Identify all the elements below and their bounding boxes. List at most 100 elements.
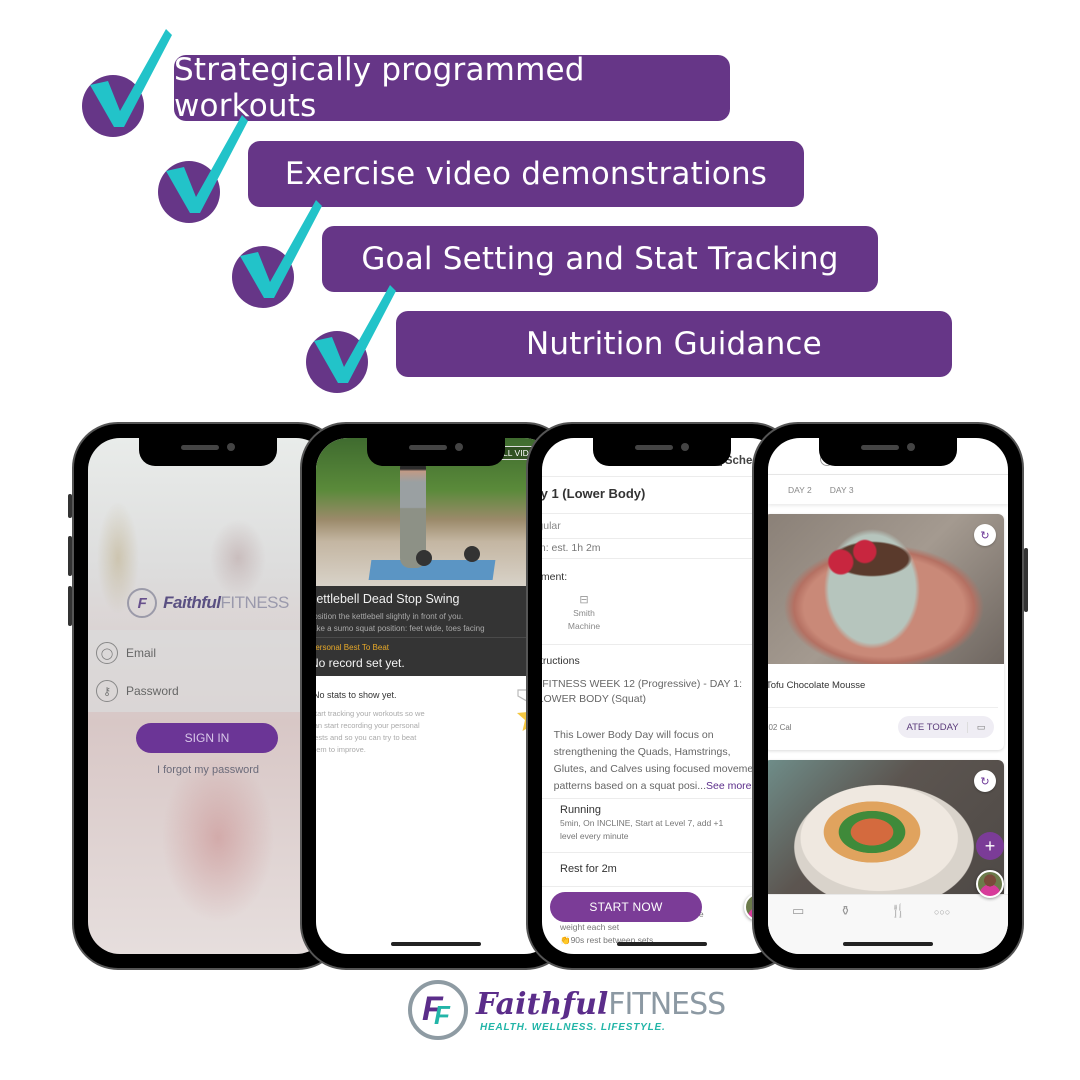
feature-label: Exercise video demonstrations: [248, 141, 804, 207]
meal-photo: [768, 514, 1004, 664]
workout-duration: Duration: est. 1h 2m: [542, 542, 601, 554]
home-indicator: [617, 942, 707, 946]
equipment-line: Machine: [567, 621, 601, 631]
tab-day-3[interactable]: DAY 3: [830, 485, 854, 495]
instructions-line: Glutes, and Calves using focused movemen…: [553, 763, 762, 775]
kettlebell-icon[interactable]: ⚱: [840, 903, 851, 919]
app-logo: F FaithfulFITNESS: [88, 588, 328, 618]
add-button[interactable]: +: [976, 832, 1004, 860]
stats-title: No stats to show yet.: [316, 690, 397, 700]
meal-name: Tofu Chocolate Mousse: [768, 680, 866, 691]
instructions-title-2: LOWER BODY (Squat): [542, 693, 646, 705]
notch: [139, 436, 277, 466]
brand-mark-icon: FF: [408, 980, 468, 1040]
sign-in-button[interactable]: SIGN IN: [136, 723, 278, 753]
personal-best-label: Personal Best To Beat: [316, 643, 390, 652]
ate-today-button[interactable]: ATE TODAY ▭: [898, 716, 994, 738]
instructions-line: strengthening the Quads, Hamstrings,: [553, 746, 731, 758]
step-title: Rest for 2m: [560, 863, 617, 875]
see-more-link[interactable]: See more: [706, 780, 752, 792]
forgot-password-link[interactable]: I forgot my password: [88, 764, 328, 776]
phone-nutrition: F FaithfulFITNESS DAY 2 DAY 3 ↻ Tofu Cho…: [752, 422, 1028, 970]
instructions-text: patterns based on a squat posi...: [553, 780, 706, 792]
instructions-body: This Lower Body Day will focus on streng…: [554, 727, 762, 795]
stats-line: Start tracking your workouts so we: [316, 709, 425, 718]
divider: [542, 513, 782, 514]
meal-card[interactable]: ↻ Tofu Chocolate Mousse 202 Cal ATE TODA…: [768, 514, 1004, 750]
more-icon[interactable]: ○○○: [934, 907, 950, 917]
divider: [542, 798, 782, 799]
instructions-title-line: LOWER BODY (Squat): [542, 693, 646, 705]
tab-day-2[interactable]: DAY 2: [788, 485, 812, 495]
step-item[interactable]: Rest for 2m: [560, 863, 617, 875]
exercise-screen: FULL VIDEO Kettlebell Dead Stop Swing Po…: [316, 438, 556, 954]
divider: [542, 644, 782, 645]
divider: [542, 476, 782, 477]
ate-today-label: ATE TODAY: [898, 721, 968, 733]
feature-label: Goal Setting and Stat Tracking: [322, 226, 878, 292]
logo-mark-icon: F: [127, 588, 158, 618]
nutrition-screen: F FaithfulFITNESS DAY 2 DAY 3 ↻ Tofu Cho…: [768, 438, 1008, 954]
home-indicator: [391, 942, 481, 946]
brand-name: FaithfulFITNESS: [476, 986, 726, 1022]
divider: [316, 637, 552, 638]
password-field[interactable]: ⚷ Password: [96, 676, 179, 706]
instructions-heading: Instructions: [542, 655, 580, 667]
brand-script: Faithful: [476, 986, 609, 1022]
check-icon: [314, 285, 396, 383]
swap-meal-icon[interactable]: ↻: [974, 524, 996, 546]
step-detail: level every minute: [560, 831, 629, 841]
user-icon: ◯: [96, 642, 118, 664]
home-indicator: [843, 942, 933, 946]
side-button: [68, 536, 72, 576]
coach-avatar[interactable]: [976, 870, 1004, 898]
instructions-line: This Lower Body Day will focus on: [553, 729, 714, 741]
divider: [542, 538, 782, 539]
stats-line: bests and so you can try to beat: [316, 733, 417, 742]
instructions-title: FAITHFUL FITNESS WEEK 12 (Progressive) -…: [542, 675, 742, 693]
kettlebell: [416, 550, 432, 566]
step-detail: weight each set: [560, 922, 620, 932]
side-button: [68, 586, 72, 626]
password-placeholder: Password: [126, 684, 179, 698]
notch: [367, 436, 505, 466]
feature-label: Strategically programmed workouts: [174, 52, 730, 124]
email-field[interactable]: ◯ Email: [96, 638, 156, 668]
equipment-line: Smith: [573, 608, 595, 618]
swap-meal-icon[interactable]: ↻: [974, 770, 996, 792]
instructions-title-line: FAITHFUL FITNESS WEEK 12 (Progressive) -…: [542, 678, 742, 690]
divider: [542, 852, 782, 853]
key-icon: ⚷: [96, 680, 118, 702]
logo-script: Faithful: [163, 593, 221, 612]
step-item[interactable]: Running 5min, On INCLINE, Start at Level…: [560, 804, 723, 842]
divider: [768, 707, 998, 708]
feature-item: Nutrition Guidance: [306, 285, 956, 393]
workout-type: Regular: [542, 520, 561, 532]
calendar-icon[interactable]: ▭: [968, 722, 994, 733]
notch: [593, 436, 731, 466]
side-button: [1024, 548, 1028, 612]
kettlebell: [464, 546, 480, 562]
meal-calories: 202 Cal: [768, 723, 792, 732]
personal-best-value: No record set yet.: [316, 656, 405, 670]
instructions-line: patterns based on a squat posi...See mor…: [554, 778, 762, 795]
day-tabs: DAY 2 DAY 3: [768, 474, 1008, 504]
stats-line: them to improve.: [316, 745, 366, 754]
description-line: Position the kettlebell slightly in fron…: [316, 612, 464, 621]
notch: [819, 436, 957, 466]
brand-caps: FITNESS: [608, 986, 726, 1022]
side-button: [68, 494, 72, 518]
login-form: ◯ Email ⚷ Password: [88, 630, 328, 712]
feature-label: Nutrition Guidance: [396, 311, 952, 377]
meal-card[interactable]: ↻: [768, 760, 1004, 910]
calendar-icon[interactable]: ▭: [792, 903, 804, 919]
brand-logo: FF FaithfulFITNESS HEALTH. WELLNESS. LIF…: [408, 980, 726, 1040]
divider: [542, 886, 782, 887]
start-now-button[interactable]: START NOW: [550, 892, 702, 922]
description-line: Take a sumo squat position: feet wide, t…: [316, 623, 485, 633]
step-detail: 5min, On INCLINE, Start at Level 7, add …: [560, 818, 724, 828]
meal-photo: [768, 760, 1004, 910]
stats-line: can start recording your personal: [316, 721, 420, 730]
utensils-icon[interactable]: 🍴: [890, 903, 906, 919]
divider: [542, 558, 782, 559]
